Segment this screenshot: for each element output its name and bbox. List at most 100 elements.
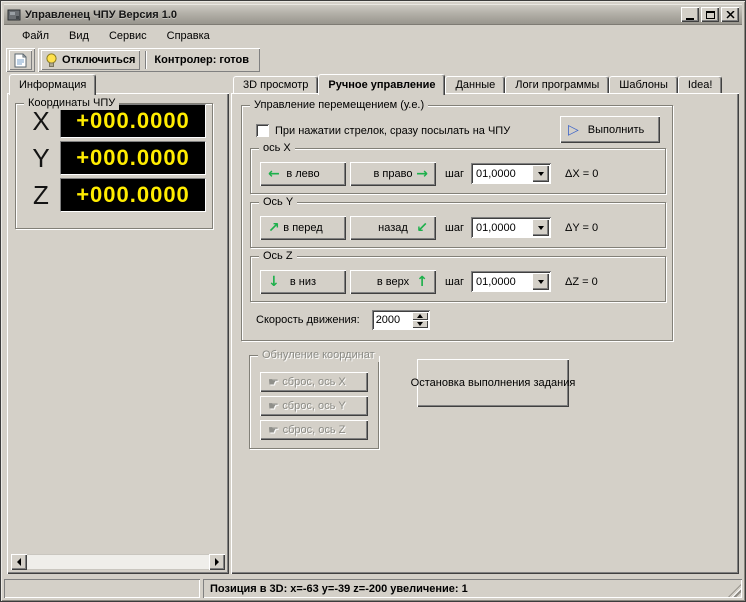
move-left-label: в лево	[286, 168, 320, 180]
step-x-combo[interactable]: 01,0000	[471, 163, 551, 184]
maximize-icon	[705, 10, 715, 19]
move-down-label: в низ	[289, 276, 317, 288]
toolbar-section-file	[6, 48, 35, 72]
move-back-label: назад	[378, 222, 408, 234]
tab-idea[interactable]: Idea!	[677, 76, 723, 93]
move-forward-button[interactable]: ↗ в перед	[260, 216, 346, 240]
scroll-left-button[interactable]	[11, 554, 27, 570]
toolbar: Отключиться Контролер: готов	[4, 47, 742, 74]
move-left-button[interactable]: ← в лево	[260, 162, 346, 186]
reset-axis-z-label: сброс, ось Z	[282, 424, 346, 436]
close-button[interactable]	[721, 7, 739, 22]
tab-data[interactable]: Данные	[445, 76, 506, 93]
speed-spinner[interactable]: 2000	[371, 310, 430, 330]
disconnect-button[interactable]: Отключиться	[41, 50, 141, 70]
scroll-left-icon	[17, 558, 21, 566]
menu-item-service[interactable]: Сервис	[99, 28, 157, 44]
speed-label: Скорость движения:	[256, 314, 360, 326]
document-icon	[14, 53, 27, 67]
minimize-button[interactable]	[681, 7, 699, 22]
app-icon	[7, 9, 21, 20]
chevron-down-icon	[416, 322, 423, 326]
left-tab-strip: Информация	[9, 74, 97, 95]
menu-item-view[interactable]: Вид	[59, 28, 99, 44]
step-y-dropdown-button[interactable]	[532, 219, 549, 236]
stop-task-button[interactable]: Остановка выполнения задания	[411, 359, 575, 407]
axis-y-label: Y	[32, 142, 50, 173]
titlebar[interactable]: Управленец ЧПУ Версия 1.0	[4, 4, 742, 25]
axis-y-group: Ось Y ↗ в перед назад ↙ шаг 01,0000 ΔY =	[250, 196, 666, 248]
menu-item-help[interactable]: Справка	[157, 28, 220, 44]
controller-status: Контролер: готов	[154, 54, 250, 66]
axis-z-group-title: Ось Z	[259, 250, 297, 263]
left-arrow-icon: ←	[268, 166, 280, 182]
stop-task-label: Остановка выполнения задания	[410, 377, 576, 389]
menu-item-file[interactable]: Файл	[12, 28, 59, 44]
scrollbar-track[interactable]	[27, 554, 209, 570]
close-icon	[725, 10, 735, 19]
manual-control-panel: Управление перемещением (у.е.) При нажат…	[231, 93, 739, 574]
send-immediately-label: При нажатии стрелок, сразу посылать на Ч…	[275, 124, 511, 137]
right-arrow-icon: →	[416, 166, 428, 182]
movement-group-title: Управление перемещением (у.е.)	[250, 99, 429, 112]
axis-y-group-title: Ось Y	[259, 196, 298, 209]
speed-value: 2000	[375, 314, 401, 326]
minimize-icon	[686, 17, 694, 20]
chevron-down-icon	[537, 171, 544, 176]
main-area: Информация Координаты ЧПУ X +000.0000 Y …	[4, 74, 742, 574]
step-z-dropdown-button[interactable]	[532, 273, 549, 290]
move-right-button[interactable]: в право →	[350, 162, 436, 186]
status-bar: Позиция в 3D: x=-63 y=-39 z=-200 увеличе…	[4, 576, 742, 598]
step-z-combo[interactable]: 01,0000	[471, 271, 551, 292]
status-cell-left	[4, 579, 200, 598]
tab-3d-view[interactable]: 3D просмотр	[233, 76, 319, 93]
disconnect-label: Отключиться	[62, 54, 136, 66]
tab-manual-control[interactable]: Ручное управление	[318, 74, 446, 95]
tab-program-logs[interactable]: Логи программы	[505, 76, 610, 93]
new-file-button[interactable]	[9, 50, 32, 70]
up-right-arrow-icon: ↗	[268, 220, 280, 236]
window-title: Управленец ЧПУ Версия 1.0	[25, 8, 178, 21]
axis-z-label: Z	[33, 179, 49, 210]
execute-label: Выполнить	[587, 123, 645, 136]
chevron-down-icon	[537, 279, 544, 284]
checkbox-row: При нажатии стрелок, сразу посылать на Ч…	[256, 124, 510, 137]
scroll-right-icon	[215, 558, 219, 566]
information-panel: Координаты ЧПУ X +000.0000 Y +000.0000 Z…	[7, 93, 229, 574]
scroll-right-button[interactable]	[209, 554, 225, 570]
delta-y-label: ΔY = 0	[565, 222, 599, 234]
axis-x-group: ось X ← в лево в право → шаг 01,0000 ΔX …	[250, 142, 666, 194]
step-x-dropdown-button[interactable]	[532, 165, 549, 182]
speed-down-button[interactable]	[411, 320, 428, 328]
coordinate-display-y: +000.0000	[60, 141, 206, 175]
execute-button[interactable]: ▷ Выполнить	[560, 116, 660, 143]
coordinates-group-title: Координаты ЧПУ	[24, 97, 120, 110]
play-icon: ▷	[568, 121, 579, 138]
toolbar-section-connection: Отключиться Контролер: готов	[38, 48, 260, 72]
axis-z-group: Ось Z ↓ в низ в верх ↑ шаг 01,0000 ΔZ = …	[250, 250, 666, 302]
speed-row: Скорость движения: 2000	[256, 310, 430, 330]
reset-axis-y-button: ☛ сброс, ось Y	[260, 396, 368, 416]
down-left-arrow-icon: ↙	[416, 220, 428, 236]
step-x-value: 01,0000	[476, 167, 516, 180]
coordinate-row-y: Y +000.0000	[22, 141, 206, 175]
app-window: Управленец ЧПУ Версия 1.0 Файл Вид Серви…	[0, 0, 746, 602]
speed-up-button[interactable]	[411, 312, 428, 320]
axis-x-label: X	[32, 105, 50, 136]
step-x-label: шаг	[445, 168, 464, 180]
move-up-button[interactable]: в верх ↑	[350, 270, 436, 294]
movement-group: Управление перемещением (у.е.) При нажат…	[241, 99, 673, 341]
step-z-label: шаг	[445, 276, 464, 288]
reset-axis-z-button: ☛ сброс, ось Z	[260, 420, 368, 440]
send-immediately-checkbox[interactable]	[256, 124, 269, 137]
tab-information[interactable]: Информация	[9, 74, 97, 95]
reset-axis-x-label: сброс, ось X	[282, 376, 346, 388]
move-back-button[interactable]: назад ↙	[350, 216, 436, 240]
maximize-button[interactable]	[701, 7, 719, 22]
step-y-value: 01,0000	[476, 221, 516, 234]
step-y-combo[interactable]: 01,0000	[471, 217, 551, 238]
tab-templates[interactable]: Шаблоны	[609, 76, 678, 93]
lightbulb-icon	[46, 52, 57, 67]
zero-coordinates-group: Обнуление координат ☛ сброс, ось X ☛ сбр…	[249, 349, 379, 449]
move-down-button[interactable]: ↓ в низ	[260, 270, 346, 294]
